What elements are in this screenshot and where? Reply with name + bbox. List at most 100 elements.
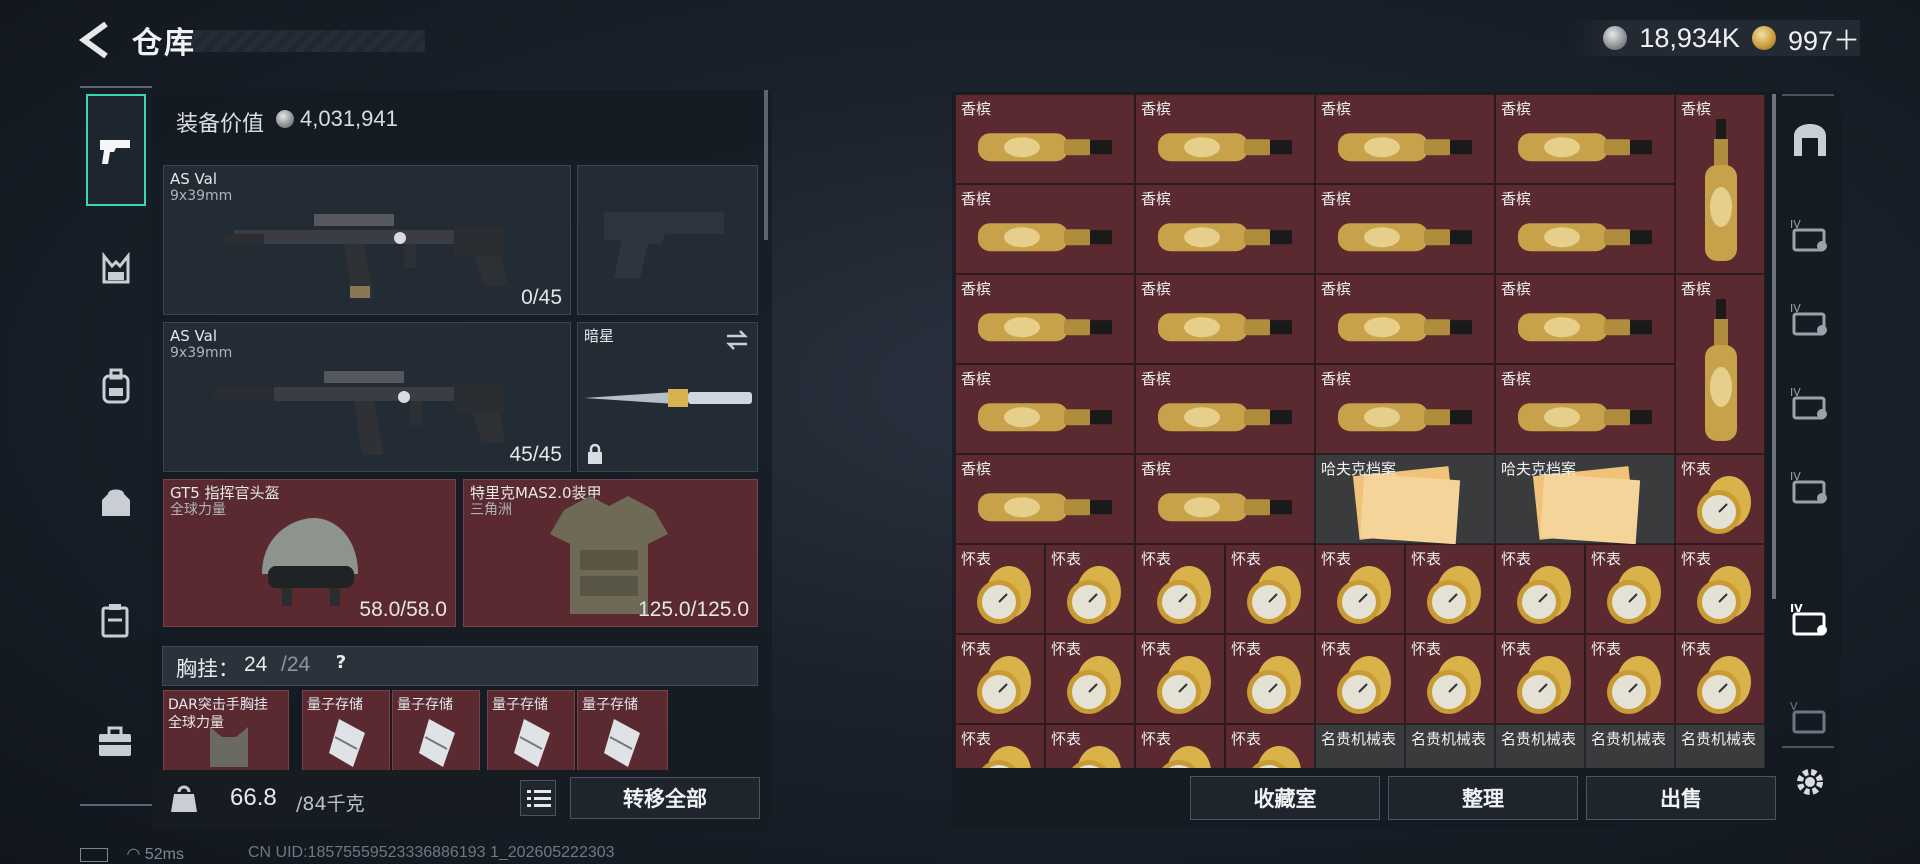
stash-item[interactable]: 怀表 [1315, 544, 1405, 634]
storage-slot[interactable]: 量子存储 [392, 690, 480, 774]
item-name: 香槟 [1681, 280, 1712, 298]
stash-item[interactable]: 怀表 [1675, 454, 1765, 544]
stash-scrollbar[interactable] [1772, 94, 1776, 599]
stash-item[interactable]: 怀表 [955, 544, 1045, 634]
item-name: 香槟 [1321, 190, 1352, 208]
tab-case-iv-active[interactable]: IV [1780, 590, 1840, 650]
stash-item[interactable]: 香槟 [1495, 184, 1675, 274]
stash-item[interactable]: 香槟 [1315, 94, 1495, 184]
stash-item[interactable]: 香槟 [1135, 184, 1315, 274]
stash-item[interactable]: 香槟 [1315, 274, 1495, 364]
lock-icon [588, 443, 602, 464]
item-name: 香槟 [961, 280, 992, 298]
stash-item[interactable]: 香槟 [955, 364, 1135, 454]
stash-item[interactable]: 香槟 [1135, 364, 1315, 454]
stash-item[interactable]: 怀表 [1495, 544, 1585, 634]
stash-item[interactable]: 香槟 [1315, 364, 1495, 454]
stash-item[interactable]: 怀表 [1405, 634, 1495, 724]
equipment-scrollbar[interactable] [764, 90, 768, 240]
stash-item[interactable]: 香槟 [1135, 274, 1315, 364]
stash-item[interactable]: 怀表 [1045, 724, 1135, 768]
stash-item[interactable]: 名贵机械表 [1675, 724, 1765, 768]
gold-amount[interactable]: 997＋ [1788, 19, 1860, 58]
stash-item[interactable]: 香槟 [1135, 454, 1315, 544]
stash-item[interactable]: 哈夫克档案 [1315, 454, 1495, 545]
stash-item[interactable]: 名贵机械表 [1495, 724, 1585, 768]
stash-item[interactable]: 香槟 [955, 94, 1135, 184]
stash-item[interactable]: 怀表 [955, 724, 1045, 768]
stash-item[interactable]: 怀表 [1045, 634, 1135, 724]
stash-item[interactable]: 怀表 [1135, 544, 1225, 634]
tab-case-iv-2[interactable]: IV [1780, 290, 1840, 350]
stash-item[interactable]: 香槟 [1495, 364, 1675, 454]
case-icon[interactable] [98, 602, 132, 638]
organize-button[interactable]: 整理 [1388, 776, 1578, 820]
tab-case-iv-4[interactable]: IV [1780, 458, 1840, 518]
secure-case-icon: IV [1790, 218, 1827, 252]
stash-item[interactable]: 名贵机械表 [1315, 724, 1405, 768]
stash-item[interactable]: 香槟 [955, 274, 1135, 364]
stash-item[interactable]: 怀表 [1225, 724, 1315, 768]
toolbox-icon[interactable] [96, 726, 134, 758]
help-icon[interactable]: ? [330, 652, 352, 674]
storage-name: 量子存储 [397, 697, 453, 713]
tab-case-v[interactable]: V [1780, 688, 1840, 748]
stash-item[interactable]: 怀表 [1225, 634, 1315, 724]
secondary-weapon-slot[interactable] [577, 165, 758, 315]
stash-item[interactable]: 怀表 [955, 634, 1045, 724]
stash-item[interactable]: 怀表 [1135, 634, 1225, 724]
chest-rig-icon[interactable] [98, 252, 134, 288]
stash-item[interactable]: 名贵机械表 [1585, 724, 1675, 768]
sell-button[interactable]: 出售 [1586, 776, 1776, 820]
stash-item[interactable]: 香槟 [1315, 184, 1495, 274]
stash-item[interactable]: 怀表 [1675, 544, 1765, 634]
stash-item[interactable]: 怀表 [1675, 634, 1765, 724]
back-arrow-icon[interactable] [78, 20, 114, 60]
helmet-name: GT5 指挥官头盔 [170, 484, 280, 502]
list-view-button[interactable] [520, 780, 556, 816]
gear-icon[interactable] [1792, 764, 1828, 800]
stash-item[interactable]: 名贵机械表 [1405, 724, 1495, 768]
helmet-faction: 全球力量 [170, 502, 226, 518]
melee-slot[interactable]: 暗星 [577, 322, 758, 472]
backpack-icon[interactable] [98, 368, 134, 406]
stash-item[interactable]: 香槟 [1495, 274, 1675, 364]
stash-arch-icon[interactable] [1790, 120, 1830, 160]
tab-case-iv-3[interactable]: IV [1780, 374, 1840, 434]
tab-case-iv-1[interactable]: IV [1780, 206, 1840, 266]
champagne-bottle-icon [1705, 299, 1737, 441]
stash-item[interactable]: 香槟 [1135, 94, 1315, 184]
stash-item[interactable]: 哈夫克档案 [1495, 454, 1675, 545]
stash-item[interactable]: 怀表 [1135, 724, 1225, 768]
stash-item[interactable]: 香槟 [1675, 274, 1765, 454]
stash-item[interactable]: 怀表 [1585, 634, 1675, 724]
swap-icon[interactable] [725, 329, 749, 351]
stash-item[interactable]: 怀表 [1315, 634, 1405, 724]
storage-slot[interactable]: 量子存储 [487, 690, 575, 774]
stash-item[interactable]: 香槟 [955, 184, 1135, 274]
item-name: 香槟 [1141, 190, 1172, 208]
stash-item[interactable]: 香槟 [1675, 94, 1765, 274]
storage-slot[interactable]: 量子存储 [577, 690, 668, 774]
storage-slot[interactable]: 量子存储 [302, 690, 390, 774]
stash-item[interactable]: 怀表 [1225, 544, 1315, 634]
secure-case-icon: IV [1790, 386, 1827, 420]
stash-item[interactable]: 怀表 [1045, 544, 1135, 634]
stash-item[interactable]: 怀表 [1585, 544, 1675, 634]
transfer-all-button[interactable]: 转移全部 [570, 777, 760, 819]
equipment-value-label: 装备价值 [176, 112, 265, 137]
primary-weapon-slot[interactable]: AS Val 9x39mm 0/45 [163, 165, 571, 315]
stash-item[interactable]: 香槟 [955, 454, 1135, 544]
secondary-rifle-slot[interactable]: AS Val 9x39mm 45/45 [163, 322, 571, 472]
pouch-icon[interactable] [98, 486, 134, 520]
armor-slot[interactable]: 特里克MAS2.0装甲 三角洲 125.0/125.0 [463, 479, 758, 627]
stash-item[interactable]: 香槟 [1495, 94, 1675, 184]
item-name: 怀表 [1051, 730, 1082, 748]
stash-item[interactable]: 怀表 [1405, 544, 1495, 634]
helmet-slot[interactable]: GT5 指挥官头盔 全球力量 58.0/58.0 [163, 479, 456, 627]
stash-item[interactable]: 怀表 [1495, 634, 1585, 724]
item-name: 怀表 [1141, 640, 1172, 658]
collection-room-button[interactable]: 收藏室 [1190, 776, 1380, 820]
chest-rig-item[interactable]: DAR突击手胸挂 全球力量 [163, 690, 289, 774]
weapon-name: AS Val [170, 170, 218, 188]
